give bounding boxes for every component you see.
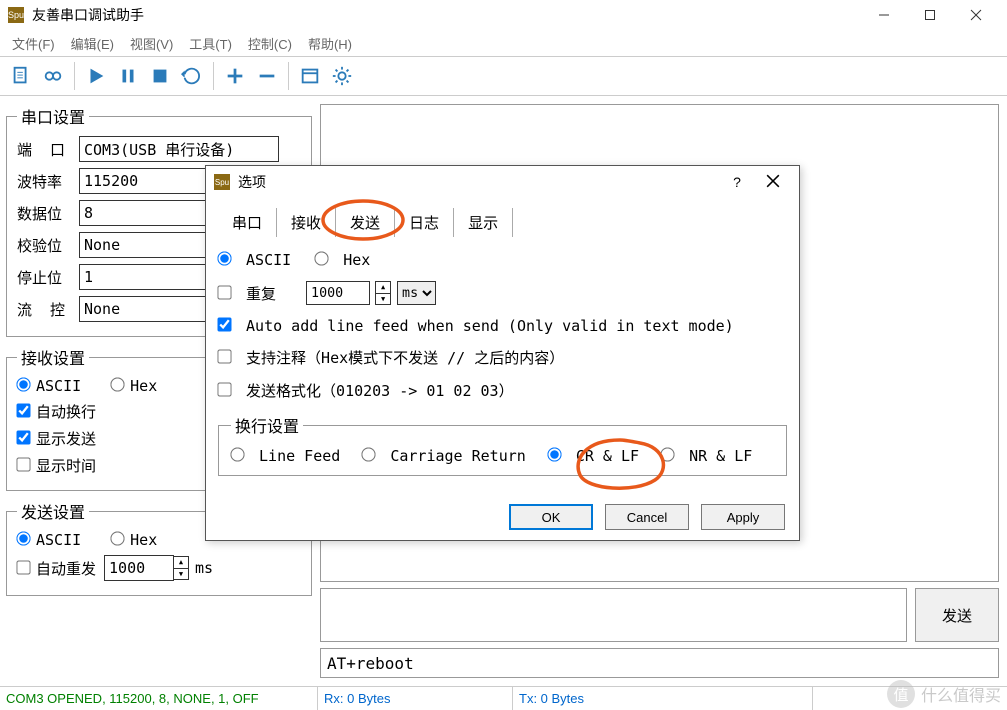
minus-icon[interactable] <box>252 61 282 91</box>
cancel-button[interactable]: Cancel <box>605 504 689 530</box>
recv-settings-legend: 接收设置 <box>17 345 89 369</box>
dialog-tabs: 串口 接收 发送 日志 显示 <box>218 208 787 237</box>
lf-option-crlf[interactable]: CR & LF <box>548 447 639 465</box>
lf-option-lf[interactable]: Line Feed <box>231 447 340 465</box>
apply-button[interactable]: Apply <box>701 504 785 530</box>
send-hex-radio[interactable]: Hex <box>111 531 157 549</box>
close-button[interactable] <box>953 0 999 30</box>
dialog-app-icon: Spu <box>214 174 230 190</box>
tab-send[interactable]: 发送 <box>336 208 395 237</box>
ok-button[interactable]: OK <box>509 504 593 530</box>
linefeed-group: 换行设置 Line Feed Carriage Return CR & LF N… <box>218 413 787 476</box>
dlg-comment-check[interactable]: 支持注释（Hex模式下不发送 // 之后的内容） <box>218 347 564 368</box>
dialog-titlebar: Spu 选项 ? <box>206 166 799 198</box>
dialog-title: 选项 <box>238 172 719 192</box>
zdm-watermark: 值 什么值得买 <box>887 680 1001 708</box>
send-settings-legend: 发送设置 <box>17 499 89 523</box>
record-icon[interactable] <box>38 61 68 91</box>
app-icon: Spu <box>8 7 24 23</box>
dialog-button-row: OK Cancel Apply <box>206 494 799 540</box>
dialog-close-button[interactable] <box>755 174 791 191</box>
zdm-text: 什么值得买 <box>921 682 1001 706</box>
pause-icon[interactable] <box>113 61 143 91</box>
port-label: 端 口 <box>17 139 79 160</box>
stop-icon[interactable] <box>145 61 175 91</box>
options-dialog: Spu 选项 ? 串口 接收 发送 日志 显示 ASCII Hex 重复 ▲▼ … <box>205 165 800 541</box>
dlg-repeat-unit[interactable]: ms <box>397 281 436 305</box>
tab-recv[interactable]: 接收 <box>277 208 336 237</box>
linefeed-legend: 换行设置 <box>231 413 303 437</box>
recv-ascii-radio[interactable]: ASCII <box>17 377 81 395</box>
send-ascii-radio[interactable]: ASCII <box>17 531 81 549</box>
menu-tools[interactable]: 工具(T) <box>181 34 240 53</box>
plus-icon[interactable] <box>220 61 250 91</box>
command-input[interactable] <box>320 648 999 678</box>
tab-serial[interactable]: 串口 <box>218 208 277 237</box>
new-file-icon[interactable] <box>6 61 36 91</box>
status-rx: Rx: 0 Bytes <box>318 687 513 710</box>
menu-view[interactable]: 视图(V) <box>122 34 181 53</box>
dlg-auto-lf-check[interactable]: Auto add line feed when send (Only valid… <box>218 317 734 335</box>
dlg-repeat-value[interactable] <box>306 281 370 305</box>
stop-label: 停止位 <box>17 267 79 288</box>
lf-option-nrlf[interactable]: NR & LF <box>661 447 752 465</box>
statusbar: COM3 OPENED, 115200, 8, NONE, 1, OFF Rx:… <box>0 686 1007 710</box>
show-send-check[interactable]: 显示发送 <box>17 430 96 448</box>
send-text-input[interactable] <box>320 588 907 642</box>
dlg-hex-radio[interactable]: Hex <box>315 251 370 269</box>
dialog-help-button[interactable]: ? <box>719 174 755 190</box>
gear-icon[interactable] <box>327 61 357 91</box>
serial-settings-legend: 串口设置 <box>17 104 89 128</box>
port-input[interactable] <box>79 136 279 162</box>
window-icon[interactable] <box>295 61 325 91</box>
dlg-repeat-check[interactable]: 重复 <box>218 283 276 304</box>
repeat-spinner[interactable]: ▲▼ <box>173 556 189 580</box>
lf-option-cr[interactable]: Carriage Return <box>362 447 526 465</box>
data-label: 数据位 <box>17 203 79 224</box>
auto-wrap-check[interactable]: 自动换行 <box>17 403 96 421</box>
loop-icon[interactable] <box>177 61 207 91</box>
play-icon[interactable] <box>81 61 111 91</box>
zdm-icon: 值 <box>887 680 915 708</box>
maximize-button[interactable] <box>907 0 953 30</box>
window-titlebar: Spu 友善串口调试助手 <box>0 0 1007 30</box>
menu-control[interactable]: 控制(C) <box>240 34 300 53</box>
status-port: COM3 OPENED, 115200, 8, NONE, 1, OFF <box>0 687 318 710</box>
repeat-interval-input[interactable] <box>104 555 174 581</box>
auto-repeat-check[interactable]: 自动重发 <box>17 558 96 579</box>
show-time-check[interactable]: 显示时间 <box>17 457 96 475</box>
dlg-ascii-radio[interactable]: ASCII <box>218 251 291 269</box>
menu-file[interactable]: 文件(F) <box>4 34 63 53</box>
menubar: 文件(F) 编辑(E) 视图(V) 工具(T) 控制(C) 帮助(H) <box>0 30 1007 56</box>
tab-display[interactable]: 显示 <box>454 208 513 237</box>
menu-edit[interactable]: 编辑(E) <box>63 34 122 53</box>
window-title: 友善串口调试助手 <box>32 5 861 25</box>
baud-label: 波特率 <box>17 171 79 192</box>
flow-label: 流 控 <box>17 299 79 320</box>
tab-log[interactable]: 日志 <box>395 208 454 237</box>
dlg-send-format-check[interactable]: 发送格式化（010203 -> 01 02 03） <box>218 380 514 401</box>
parity-label: 校验位 <box>17 235 79 256</box>
dlg-repeat-spinner[interactable]: ▲▼ <box>375 281 391 305</box>
toolbar <box>0 56 1007 96</box>
send-button[interactable]: 发送 <box>915 588 999 642</box>
recv-hex-radio[interactable]: Hex <box>111 377 157 395</box>
status-tx: Tx: 0 Bytes <box>513 687 813 710</box>
repeat-unit: ms <box>195 559 213 577</box>
minimize-button[interactable] <box>861 0 907 30</box>
menu-help[interactable]: 帮助(H) <box>300 34 360 53</box>
